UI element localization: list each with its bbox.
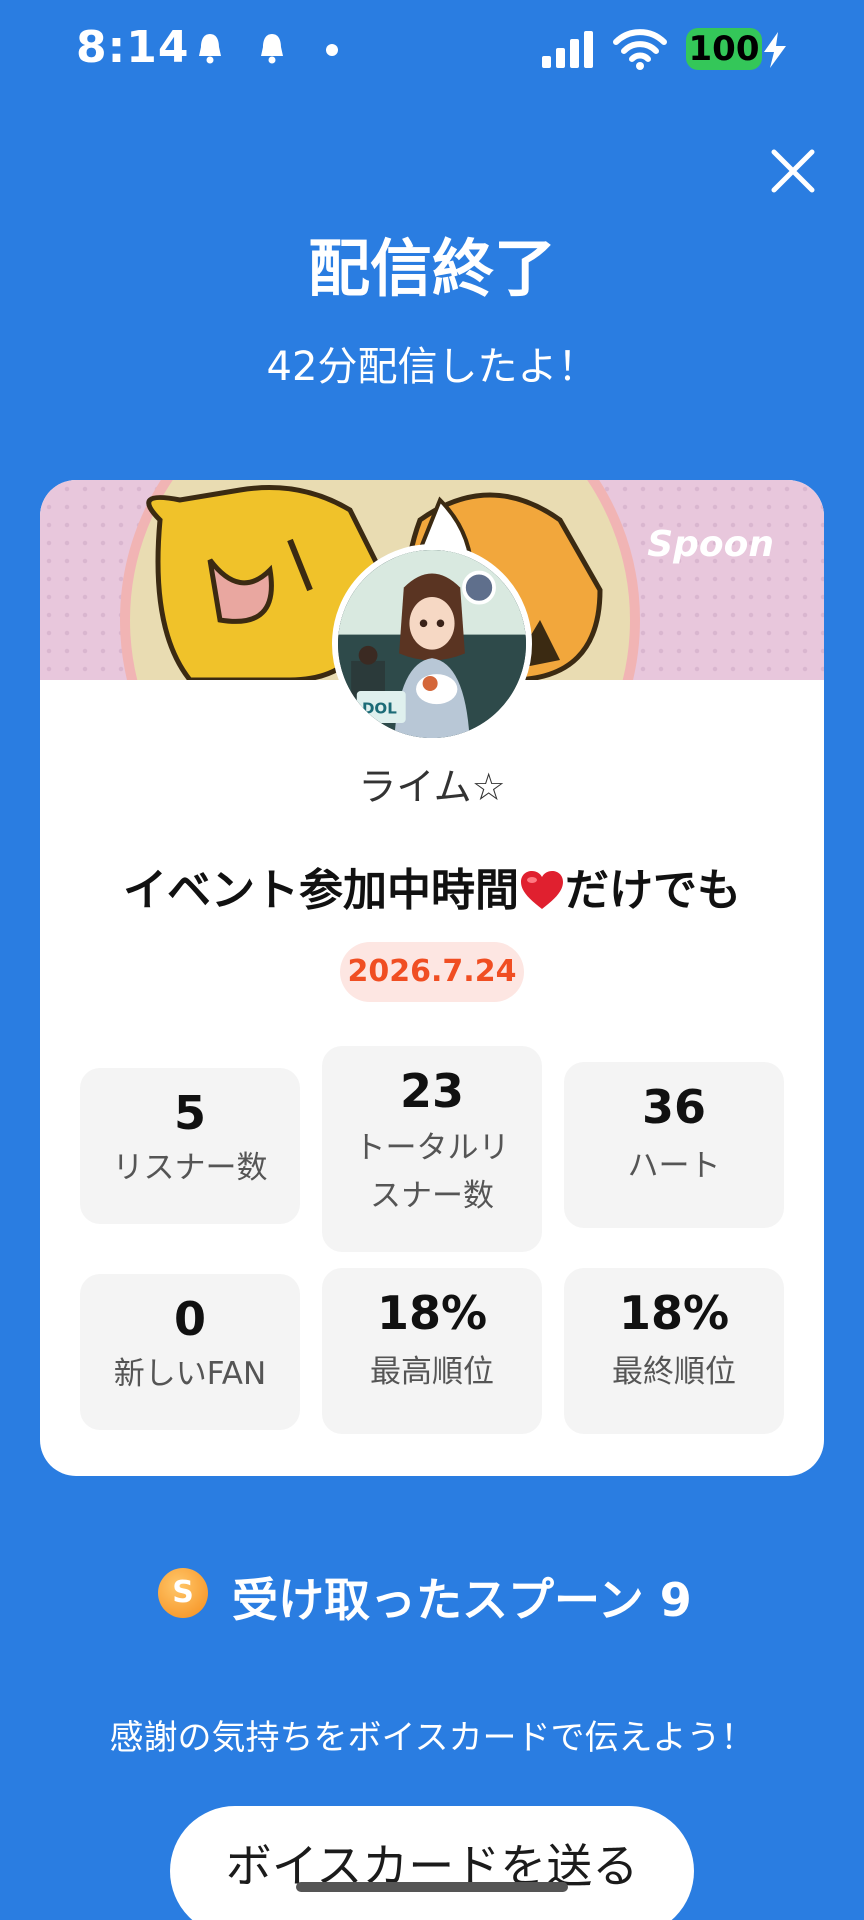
stat-listeners: 5 リスナー数 (80, 1068, 300, 1224)
avatar[interactable]: DOL (332, 544, 532, 744)
stat-value: 18% (376, 1286, 488, 1340)
battery-indicator: 100 (686, 28, 766, 70)
more-notifications-dot-icon (326, 44, 338, 56)
stat-new-fans: 0 新しいFAN (80, 1274, 300, 1430)
live-title-text-suffix: だけでも (565, 865, 741, 916)
broadcast-summary-card: Spoon DOL ライム☆ イベント参加中時間 だけでも 2026.7.24 … (40, 480, 824, 1476)
home-indicator (296, 1882, 568, 1892)
stat-total-listeners: 23 トータルリスナー数 (322, 1046, 542, 1252)
close-icon[interactable] (768, 146, 818, 196)
stat-highest-rank: 18% 最高順位 (322, 1268, 542, 1434)
stat-label: 新しいFAN (113, 1356, 267, 1392)
cellular-signal-icon (542, 31, 593, 68)
received-spoons: S 受け取ったスプーン 9 (0, 1560, 864, 1630)
broadcast-duration: 42分配信したよ！ (266, 344, 598, 390)
stat-value: 23 (399, 1064, 464, 1118)
stat-label: 最終順位 (612, 1354, 736, 1390)
spoon-logo: Spoon (647, 524, 774, 565)
live-title: イベント参加中時間 だけでも (40, 854, 824, 918)
received-spoons-label: 受け取ったスプーン 9 (232, 1573, 692, 1627)
spoon-coin-icon: S (158, 1568, 208, 1618)
svg-text:DOL: DOL (362, 700, 397, 718)
avatar-image: DOL (338, 550, 526, 738)
heart-icon (521, 871, 563, 909)
status-time: 8:14 (76, 22, 190, 73)
stat-value: 18% (618, 1286, 730, 1340)
stat-value: 36 (641, 1080, 706, 1134)
thanks-message: 感謝の気持ちをボイスカードで伝えよう！ (109, 1718, 755, 1758)
stat-value: 0 (173, 1292, 206, 1346)
notification-bell-icon (261, 34, 283, 64)
stat-label: トータルリスナー数 (354, 1130, 510, 1214)
date-badge: 2026.7.24 (340, 942, 524, 1002)
page-title: 配信終了 (307, 232, 556, 305)
live-title-text: イベント参加中時間 (123, 865, 519, 916)
stat-label: リスナー数 (112, 1150, 268, 1186)
username: ライム☆ (358, 765, 506, 809)
screen: 8:14 100 配信終了 42分配信したよ！ Spoon DOL ライム☆ イ… (0, 0, 864, 1920)
stat-final-rank: 18% 最終順位 (564, 1268, 784, 1434)
stat-value: 5 (173, 1086, 206, 1140)
status-bar: 8:14 100 (0, 0, 864, 100)
stat-label: 最高順位 (370, 1354, 494, 1390)
wifi-icon (613, 29, 667, 70)
stat-hearts: 36 ハート (564, 1062, 784, 1228)
notification-bell-icon (199, 34, 221, 64)
stat-label: ハート (627, 1148, 721, 1184)
battery-level: 100 (686, 28, 762, 70)
send-voice-card-button[interactable]: ボイスカードを送る (170, 1806, 694, 1920)
charging-bolt-icon (764, 32, 786, 68)
